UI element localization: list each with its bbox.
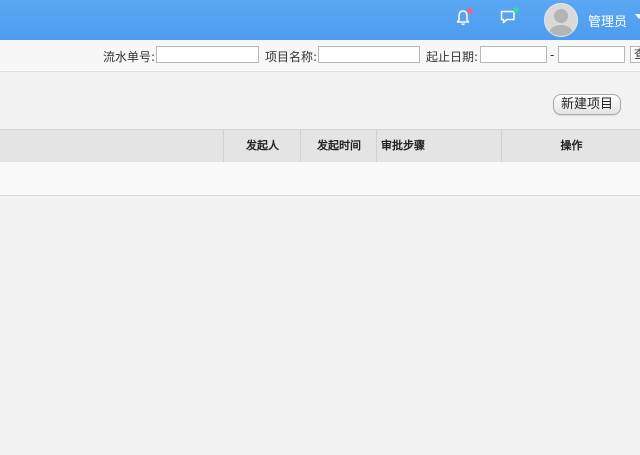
project-name-input[interactable] xyxy=(318,46,420,63)
table-row xyxy=(0,162,640,196)
column-header-blank xyxy=(0,130,223,162)
chevron-down-icon[interactable] xyxy=(635,14,640,19)
date-range-label: 起止日期: xyxy=(426,50,479,64)
message-badge xyxy=(513,7,519,13)
avatar[interactable] xyxy=(544,3,578,37)
start-date-input[interactable] xyxy=(480,46,547,63)
top-header: 管理员 xyxy=(0,0,640,40)
user-silhouette-icon xyxy=(548,9,574,36)
project-name-label: 项目名称: xyxy=(265,50,318,64)
query-button[interactable]: 查 xyxy=(630,46,640,63)
serial-number-input[interactable] xyxy=(156,46,259,63)
messages-button[interactable] xyxy=(499,7,519,26)
new-project-button[interactable]: 新建项目 xyxy=(553,94,621,115)
search-bar: 流水单号: 项目名称: 起止日期: - 查 xyxy=(0,40,640,72)
column-header-approval-step[interactable]: 审批步骤 xyxy=(376,130,502,162)
column-header-initiator[interactable]: 发起人 xyxy=(223,130,301,162)
date-separator: - xyxy=(550,48,555,62)
column-header-actions[interactable]: 操作 xyxy=(501,130,640,162)
serial-number-label: 流水单号: xyxy=(103,50,156,64)
column-header-initiated-time[interactable]: 发起时间 xyxy=(300,130,377,162)
table-header: 发起人 发起时间 审批步骤 操作 xyxy=(0,129,640,163)
notifications-button[interactable] xyxy=(455,8,473,27)
user-name[interactable]: 管理员 xyxy=(588,11,627,30)
end-date-input[interactable] xyxy=(558,46,625,63)
notification-badge xyxy=(467,8,473,14)
